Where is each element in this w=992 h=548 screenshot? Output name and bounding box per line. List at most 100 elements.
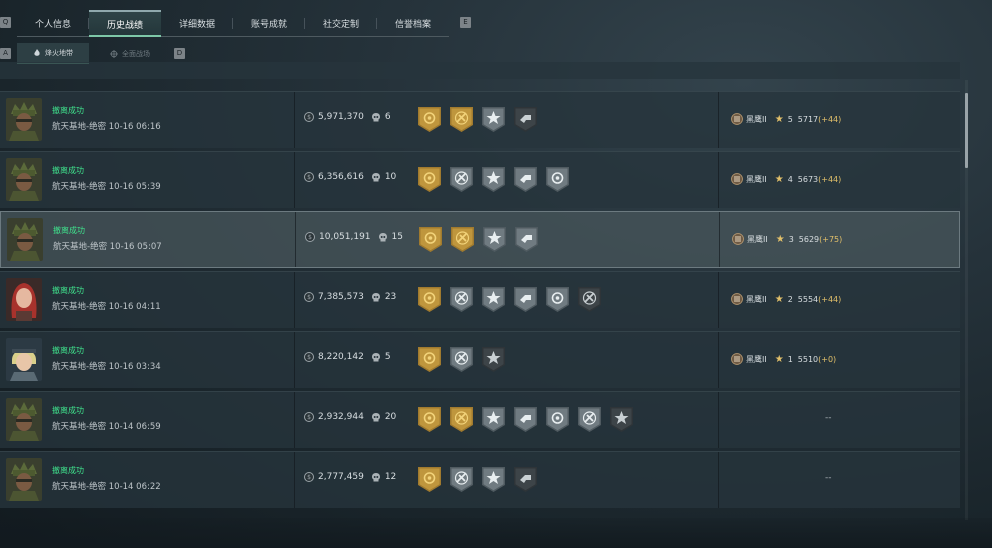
- subtab-haval-zone[interactable]: 烽火地带: [17, 43, 89, 64]
- rank-info: 黑鹰II ★ 4 5673 (+44): [731, 173, 841, 185]
- tab-detailed-data[interactable]: 详细数据: [161, 10, 233, 36]
- scrollbar-thumb[interactable]: [965, 93, 968, 168]
- star-count: 1: [787, 354, 793, 364]
- map-and-time: 航天基地-绝密 10-14 06:22: [52, 482, 161, 492]
- star-icon: ★: [774, 113, 784, 125]
- tab-social-custom[interactable]: 社交定制: [305, 10, 377, 36]
- coin-icon: $: [305, 232, 315, 242]
- kill-count: 15: [391, 232, 403, 242]
- flame-icon: [34, 49, 40, 56]
- tab-credit-record[interactable]: 信誉档案: [377, 10, 449, 36]
- medal-badge-icon[interactable]: [418, 226, 443, 253]
- medal-badge-icon[interactable]: [577, 406, 602, 433]
- skull-icon: [371, 352, 380, 361]
- medal-badge-icon[interactable]: [481, 466, 506, 493]
- tab-label: 个人信息: [34, 19, 71, 30]
- rank-score: 5554: [797, 294, 819, 304]
- tab-account-achievements[interactable]: 账号成就: [233, 10, 305, 36]
- table-row[interactable]: 撤离成功 航天基地-绝密 10-16 05:07 $10,051,191 15 黑鹰II…: [0, 211, 960, 268]
- star-count: 2: [787, 294, 793, 304]
- key-hint-q: Q: [0, 17, 11, 28]
- skull-icon: [371, 172, 380, 181]
- medal-badge-icon[interactable]: [577, 286, 602, 313]
- operator-avatar: [6, 98, 42, 141]
- medal-badge-icon[interactable]: [417, 106, 442, 133]
- column-divider: [294, 152, 295, 208]
- skull-icon: [371, 112, 380, 121]
- column-divider: [294, 452, 295, 508]
- medal-badge-icon[interactable]: [449, 166, 474, 193]
- key-hint-d: D: [174, 48, 185, 59]
- medal-badge-icon[interactable]: [482, 226, 507, 253]
- column-divider: [294, 272, 295, 328]
- medal-badge-icon[interactable]: [545, 406, 570, 433]
- tab-match-history[interactable]: 历史战绩: [89, 10, 161, 37]
- medal-badge-icon[interactable]: [481, 166, 506, 193]
- achievement-badges: [417, 286, 602, 313]
- tab-label: 历史战绩: [106, 20, 143, 31]
- skull-icon: [378, 232, 387, 241]
- medal-badge-icon[interactable]: [417, 346, 442, 373]
- star-icon: ★: [774, 173, 784, 185]
- medal-badge-icon[interactable]: [609, 406, 634, 433]
- medal-badge-icon[interactable]: [450, 226, 475, 253]
- extraction-result: 撤离成功: [52, 106, 84, 115]
- medal-badge-icon[interactable]: [481, 346, 506, 373]
- loot-value: $2,932,944 20: [304, 412, 396, 422]
- skull-icon: [371, 412, 380, 421]
- map-and-time: 航天基地-绝密 10-16 06:16: [52, 122, 161, 132]
- star-count: 3: [788, 234, 794, 244]
- table-row[interactable]: 撤离成功 航天基地-绝密 10-16 03:34 $8,220,142 5 黑鹰II ★ 1…: [0, 331, 960, 388]
- table-row[interactable]: 撤离成功 航天基地-绝密 10-14 06:59 $2,932,944 20 --: [0, 391, 960, 448]
- medal-badge-icon[interactable]: [417, 406, 442, 433]
- medal-badge-icon[interactable]: [449, 286, 474, 313]
- column-divider: [718, 152, 719, 208]
- medal-badge-icon[interactable]: [481, 286, 506, 313]
- rank-name: 黑鹰II: [747, 234, 768, 244]
- tab-label: 社交定制: [322, 19, 359, 30]
- table-row[interactable]: 撤离成功 航天基地-绝密 10-16 05:39 $6,356,616 10 黑鹰II ★…: [0, 151, 960, 208]
- medal-badge-icon[interactable]: [545, 166, 570, 193]
- table-row[interactable]: 撤离成功 航天基地-绝密 10-16 06:16 $5,971,370 6 黑鹰II ★ 5…: [0, 91, 960, 148]
- map-and-time: 航天基地-绝密 10-14 06:59: [52, 422, 161, 432]
- rank-name: 黑鹰II: [746, 294, 767, 304]
- column-divider: [718, 332, 719, 388]
- subtab-full-battlefield[interactable]: 全面战场: [89, 43, 171, 64]
- kill-count: 12: [384, 472, 397, 482]
- medal-badge-icon[interactable]: [417, 466, 442, 493]
- medal-badge-icon[interactable]: [481, 106, 506, 133]
- medal-badge-icon[interactable]: [513, 466, 538, 493]
- coin-icon: $: [304, 112, 314, 122]
- medal-badge-icon[interactable]: [449, 406, 474, 433]
- medal-badge-icon[interactable]: [514, 226, 539, 253]
- operator-avatar: [6, 398, 42, 441]
- table-row[interactable]: 撤离成功 航天基地-绝密 10-14 06:22 $2,777,459 12 --: [0, 451, 960, 508]
- medal-badge-icon[interactable]: [513, 106, 538, 133]
- skull-icon: [371, 292, 380, 301]
- kill-count: 23: [384, 292, 397, 302]
- medal-badge-icon[interactable]: [449, 466, 474, 493]
- medal-badge-icon[interactable]: [449, 106, 474, 133]
- achievement-badges: [417, 166, 570, 193]
- extraction-result: 撤离成功: [53, 226, 85, 235]
- column-divider: [718, 92, 719, 148]
- table-row[interactable]: 撤离成功 航天基地-绝密 10-16 04:11 $7,385,573 23 黑鹰II ★…: [0, 271, 960, 328]
- column-divider: [295, 212, 296, 267]
- medal-badge-icon[interactable]: [417, 286, 442, 313]
- medal-badge-icon[interactable]: [481, 406, 506, 433]
- coin-icon: $: [304, 292, 314, 302]
- tab-personal-info[interactable]: 个人信息: [17, 10, 89, 36]
- rank-score-change: (+44): [818, 114, 842, 124]
- bottom-fade: [0, 518, 992, 548]
- table-row-partial[interactable]: [0, 62, 960, 79]
- medal-badge-icon[interactable]: [513, 406, 538, 433]
- star-count: 4: [787, 174, 793, 184]
- medal-badge-icon[interactable]: [545, 286, 570, 313]
- loot-value: $10,051,191 15: [305, 232, 403, 242]
- medal-badge-icon[interactable]: [513, 166, 538, 193]
- coin-icon: $: [304, 352, 314, 362]
- column-divider: [294, 332, 295, 388]
- medal-badge-icon[interactable]: [449, 346, 474, 373]
- medal-badge-icon[interactable]: [417, 166, 442, 193]
- medal-badge-icon[interactable]: [513, 286, 538, 313]
